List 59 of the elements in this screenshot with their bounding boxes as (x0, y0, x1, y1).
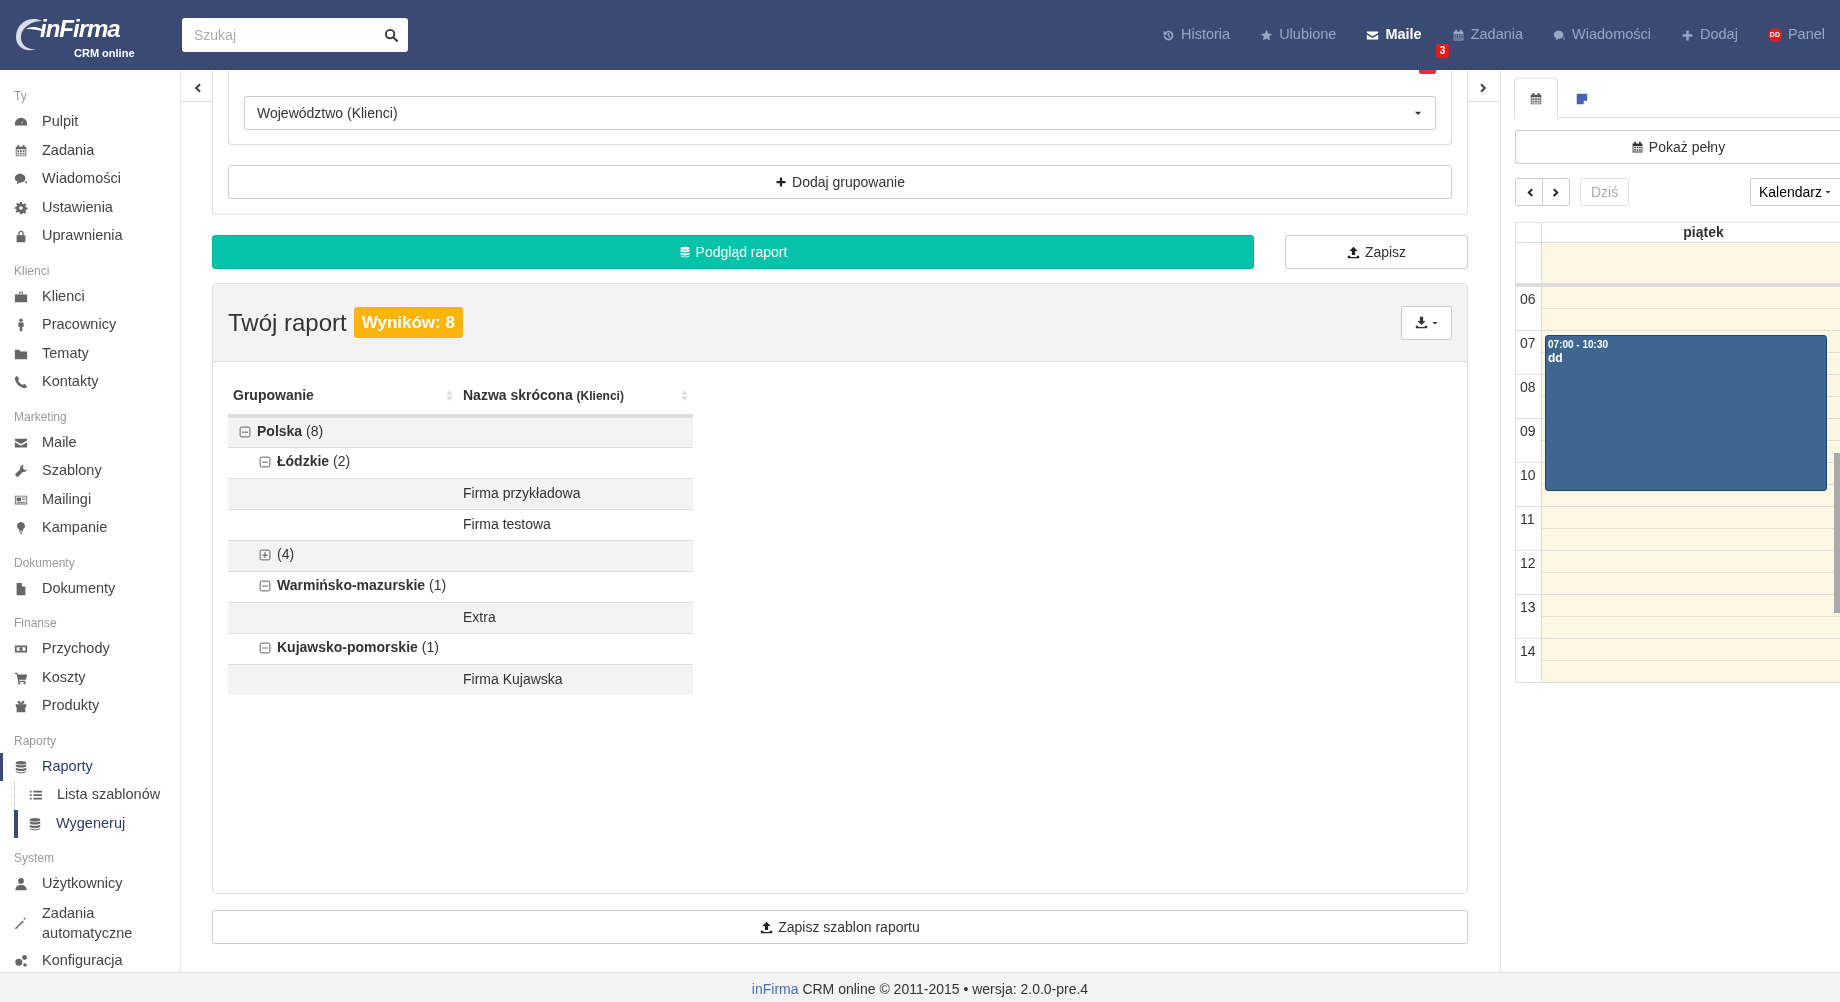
sidebar-item[interactable]: Pracownicy (0, 311, 180, 340)
nav-link[interactable]: Wiadomości (1547, 20, 1657, 50)
sidebar-item[interactable]: Koszty (0, 663, 180, 692)
table-cell: Firma przykładowa (458, 478, 693, 509)
sidebar-item[interactable]: Ustawienia (0, 193, 180, 222)
day-header: piątek (1682, 223, 1725, 242)
view-dropdown[interactable]: Kalendarz (1749, 178, 1840, 206)
sidebar-section-title: Finanse (13, 615, 58, 632)
sidebar-item[interactable]: Kontakty (0, 368, 180, 397)
sidebar-subitem[interactable]: Lista szablonów (15, 781, 180, 810)
sidebar-item[interactable]: Użytkownicy (0, 870, 180, 899)
group-label: (4) (277, 545, 295, 565)
sidebar-section-title: Dokumenty (13, 554, 76, 572)
sidebar-section-title: System (13, 850, 55, 867)
group-label: Warmińsko-mazurskie (1) (277, 576, 447, 596)
show-full-button[interactable]: Pokaż pełny (1515, 130, 1840, 164)
sidebar-section-title: Ty (13, 88, 28, 105)
table-cell: Extra (458, 602, 693, 633)
sidebar-item[interactable]: Wiadomości (0, 165, 180, 194)
footer-link[interactable]: inFirma (751, 981, 799, 997)
logo-text: inFirma (40, 17, 120, 41)
results-badge: Wyników: 8 (353, 306, 463, 339)
group-label: Polska (8) (257, 422, 324, 441)
nav-link[interactable]: Maile (1360, 20, 1428, 50)
sidebar-item[interactable]: Pulpit (0, 108, 180, 137)
sidebar-item[interactable]: Tematy (0, 339, 180, 368)
sidebar-item[interactable]: Kampanie (0, 514, 180, 543)
sidebar-section-title: Marketing (13, 408, 68, 426)
sidebar-item[interactable]: Maile (0, 428, 180, 457)
sidebar-item[interactable]: Zadania (0, 136, 180, 165)
sidebar-item[interactable]: Dokumenty (0, 574, 180, 603)
nav-link[interactable]: Dodaj (1675, 20, 1744, 50)
logo-subtitle: CRM online (74, 46, 135, 61)
table-cell: Firma Kujawska (458, 664, 693, 695)
group-label: Kujawsko-pomorskie (1) (277, 638, 439, 658)
calendar-event[interactable]: 07:00 - 10:30 dd (1545, 335, 1827, 491)
sidebar-item[interactable]: Mailingi (0, 485, 180, 514)
sidebar-item[interactable]: Uprawnienia (0, 222, 180, 251)
sidebar-section-title: Klienci (13, 262, 51, 280)
nav-link[interactable]: Ulubione (1254, 20, 1343, 50)
report-title: Twój raport (228, 307, 347, 338)
save-template-button[interactable]: Zapisz szablon raportu (212, 910, 1468, 944)
nav-link[interactable]: Historia (1155, 20, 1237, 50)
sidebar-item[interactable]: Szablony (0, 457, 180, 486)
notification-badge: 3 (1435, 44, 1450, 58)
select-field[interactable]: Województwo (Klienci) (244, 96, 1436, 130)
footer-text: inFirma CRM online © 2011-2015 • wersja: 2.0.0-pre.4 (751, 981, 1089, 997)
sidebar-item[interactable]: Konfiguracja (0, 946, 180, 972)
group-label: Łódzkie (2) (277, 452, 351, 472)
sidebar-section-title: Raporty (13, 732, 58, 750)
sidebar-item[interactable]: Przychody (0, 635, 180, 664)
sidebar-item[interactable]: Raporty (0, 752, 180, 781)
add-grouping-button[interactable]: Dodaj grupowanie (228, 165, 1452, 199)
sidebar-item[interactable]: Klienci (0, 282, 180, 311)
sidebar-item[interactable]: Produkty (0, 692, 180, 721)
search-field[interactable]: Szukaj (182, 18, 408, 52)
sidebar-subitem[interactable]: Wygeneruj (14, 809, 180, 838)
sidebar-item[interactable]: Zadania automatyczne (0, 898, 180, 947)
save-button[interactable]: Zapisz (1285, 235, 1468, 269)
